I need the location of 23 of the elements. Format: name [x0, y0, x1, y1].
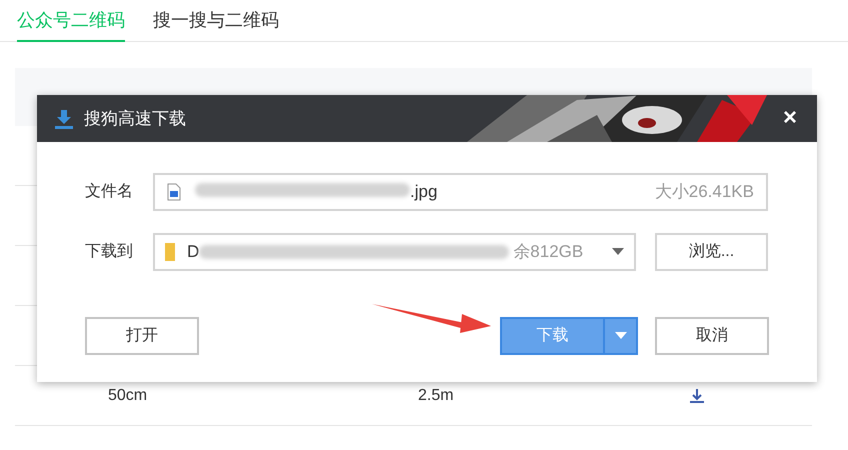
field-label: 下载到: [85, 242, 134, 262]
caret-icon: [614, 332, 626, 340]
tab[interactable]: 搜一搜与二维码: [153, 0, 279, 42]
caret-icon: [612, 248, 624, 256]
dialog-button[interactable]: 取消: [655, 317, 769, 355]
browse-button[interactable]: 浏览...: [655, 233, 768, 271]
download-icon: [54, 108, 74, 128]
download-icon[interactable]: [688, 386, 706, 404]
path-text: D: [187, 241, 200, 264]
dropdown-button[interactable]: [605, 317, 638, 355]
file-name: .jpg: [410, 181, 438, 204]
file-name-field[interactable]: .jpg 大小26.41KB: [153, 173, 768, 211]
dialog-title: 搜狗高速下载: [84, 108, 186, 130]
table-cell-text: 2.5m: [418, 386, 455, 406]
path-dropdown[interactable]: D 余812GB: [153, 233, 636, 271]
folder-icon: [165, 243, 175, 261]
field-label: 文件名: [85, 182, 134, 202]
image-file-icon: [167, 183, 181, 201]
free-space: 余812GB: [513, 241, 584, 264]
close-button[interactable]: ×: [782, 106, 797, 130]
file-size: 大小26.41KB: [654, 181, 754, 204]
table-cell-text: 50cm: [108, 386, 148, 406]
dialog-button[interactable]: 打开: [85, 317, 199, 355]
